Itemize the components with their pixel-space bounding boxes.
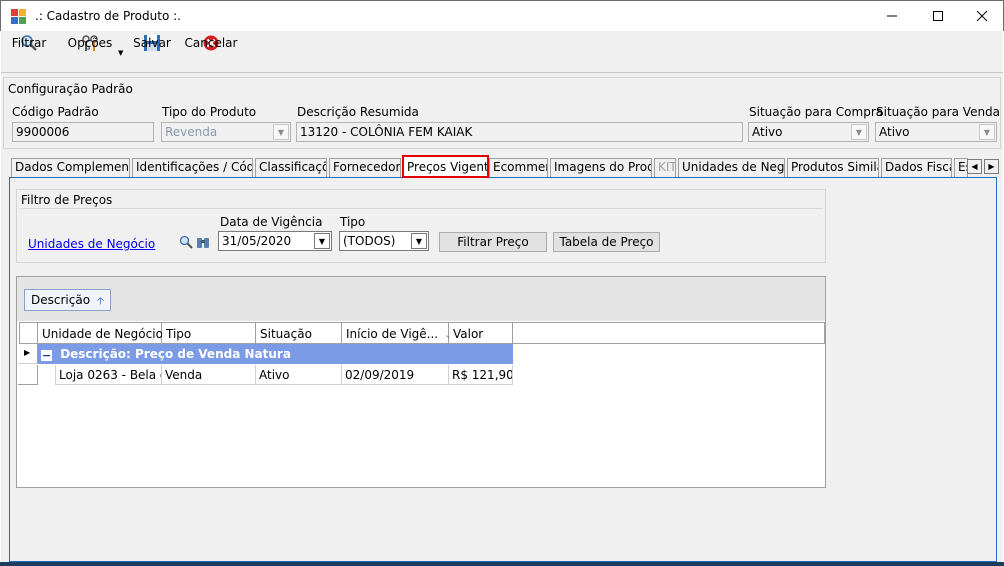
type-label: Tipo <box>340 215 366 229</box>
tab-kit[interactable]: KIT <box>654 158 676 177</box>
tab-imagens[interactable]: Imagens do Produto <box>550 158 652 177</box>
cell-status[interactable]: Ativo <box>256 365 342 385</box>
filter-button[interactable]: Filtrar <box>11 33 47 71</box>
sort-asc-icon: 🡡 <box>96 296 105 307</box>
business-units-link[interactable]: Unidades de Negócio <box>28 237 155 251</box>
code-field[interactable]: 9900006 <box>12 122 154 142</box>
options-button[interactable]: Opções <box>67 33 113 71</box>
effective-date-label: Data de Vigência <box>220 215 323 229</box>
tab-ecommerce[interactable]: Ecommerce <box>489 158 548 177</box>
cancel-button[interactable]: Cancelar <box>185 33 237 71</box>
tab-dados-complementares[interactable]: Dados Complementares <box>11 158 130 177</box>
divider <box>19 208 823 209</box>
binoculars-icon[interactable] <box>196 235 210 252</box>
maximize-icon <box>933 11 943 21</box>
chevron-down-icon: ▼ <box>851 124 867 140</box>
sell-status-label: Situação para Venda <box>876 105 1001 119</box>
chevron-down-icon: ▼ <box>411 233 427 249</box>
app-icon <box>11 9 26 24</box>
chevron-down-icon: ▼ <box>273 124 289 140</box>
minimize-button[interactable] <box>869 1 915 31</box>
tab-dados-fiscais[interactable]: Dados Fiscais <box>881 158 952 177</box>
tab-strip: Dados Complementares Identificações / Có… <box>11 155 981 179</box>
row-selector[interactable]: ▶ <box>18 344 38 364</box>
type-select[interactable]: (TODOS) ▼ <box>339 231 429 251</box>
product-type-select[interactable]: Revenda ▼ <box>161 122 291 142</box>
description-label: Descrição Resumida <box>297 105 419 119</box>
price-grid: Descrição 🡡 Unidade de Negócio Tipo Situ… <box>16 276 826 488</box>
maximize-button[interactable] <box>915 1 961 31</box>
price-filter-group: Filtro de Preços Unidades de Negócio Dat… <box>16 189 826 263</box>
main-area: Configuração Padrão Código Padrão 990000… <box>1 73 1003 566</box>
tab-unidades-negocio[interactable]: Unidades de Negócio <box>678 158 785 177</box>
collapse-icon[interactable]: − <box>41 350 52 361</box>
tab-scroll-right-icon[interactable]: ▶ <box>984 159 999 174</box>
tab-identificacoes[interactable]: Identificações / Códigos <box>132 158 253 177</box>
cell-start-date[interactable]: 02/09/2019 <box>342 365 449 385</box>
tab-classificacoes[interactable]: Classificações <box>255 158 327 177</box>
chevron-down-icon: ▼ <box>314 233 330 249</box>
product-type-label: Tipo do Produto <box>162 105 257 119</box>
cell-unit[interactable]: Loja 0263 - Bela d... <box>56 365 162 385</box>
tab-scroll-left-icon[interactable]: ◀ <box>967 159 982 174</box>
column-header-empty <box>513 322 825 344</box>
price-filter-title: Filtro de Preços <box>21 193 113 207</box>
effective-date-picker[interactable]: 31/05/2020 ▼ <box>218 231 332 251</box>
search-icon[interactable] <box>179 235 193 252</box>
row-selector[interactable] <box>18 365 38 385</box>
current-row-icon: ▶ <box>24 348 31 357</box>
filter-price-button[interactable]: Filtrar Preço <box>439 232 547 252</box>
toolbar: Filtrar Opções ▼ Salvar Cancelar <box>1 31 1003 73</box>
options-dropdown-icon[interactable]: ▼ <box>118 49 123 57</box>
code-label: Código Padrão <box>12 105 99 119</box>
config-title: Configuração Padrão <box>8 82 133 96</box>
column-header-type[interactable]: Tipo <box>162 322 256 344</box>
column-header-start-date[interactable]: Início de Vigê... 🡣 <box>342 322 453 344</box>
tab-precos-vigentes[interactable]: Preços Vigentes <box>402 155 489 178</box>
buy-status-label: Situação para Compra <box>749 105 884 119</box>
description-field[interactable]: 13120 - COLÔNIA FEM KAIAK <box>296 122 743 142</box>
save-button[interactable]: Salvar <box>133 33 171 71</box>
tab-produtos-similares[interactable]: Produtos Similares <box>787 158 879 177</box>
column-header-value[interactable]: Valor <box>449 322 513 344</box>
column-header-unit[interactable]: Unidade de Negócio <box>38 322 163 344</box>
column-header-status[interactable]: Situação <box>256 322 342 344</box>
minimize-icon <box>887 15 897 17</box>
chevron-down-icon: ▼ <box>979 124 995 140</box>
price-table-button[interactable]: Tabela de Preço <box>553 232 660 252</box>
cell-value[interactable]: R$ 121,90 <box>449 365 513 385</box>
tab-fornecedores[interactable]: Fornecedores <box>329 158 401 177</box>
config-group: Configuração Padrão Código Padrão 990000… <box>3 77 1001 149</box>
close-icon <box>976 10 988 22</box>
row-header-corner <box>19 322 38 344</box>
taskbar-edge <box>0 562 1004 566</box>
cell-type[interactable]: Venda <box>162 365 256 385</box>
close-button[interactable] <box>959 1 1004 31</box>
title-bar: .: Cadastro de Produto :. <box>0 0 1004 31</box>
window-title: .: Cadastro de Produto :. <box>35 9 181 23</box>
group-chip-description[interactable]: Descrição 🡡 <box>24 289 112 311</box>
buy-status-select[interactable]: Ativo ▼ <box>748 122 869 142</box>
group-by-panel: Descrição 🡡 <box>17 277 825 321</box>
group-row[interactable]: − Descrição: Preço de Venda Natura <box>38 344 513 364</box>
group-indent <box>38 365 56 385</box>
tab-overflow[interactable]: Es <box>954 158 968 177</box>
sell-status-select[interactable]: Ativo ▼ <box>875 122 997 142</box>
